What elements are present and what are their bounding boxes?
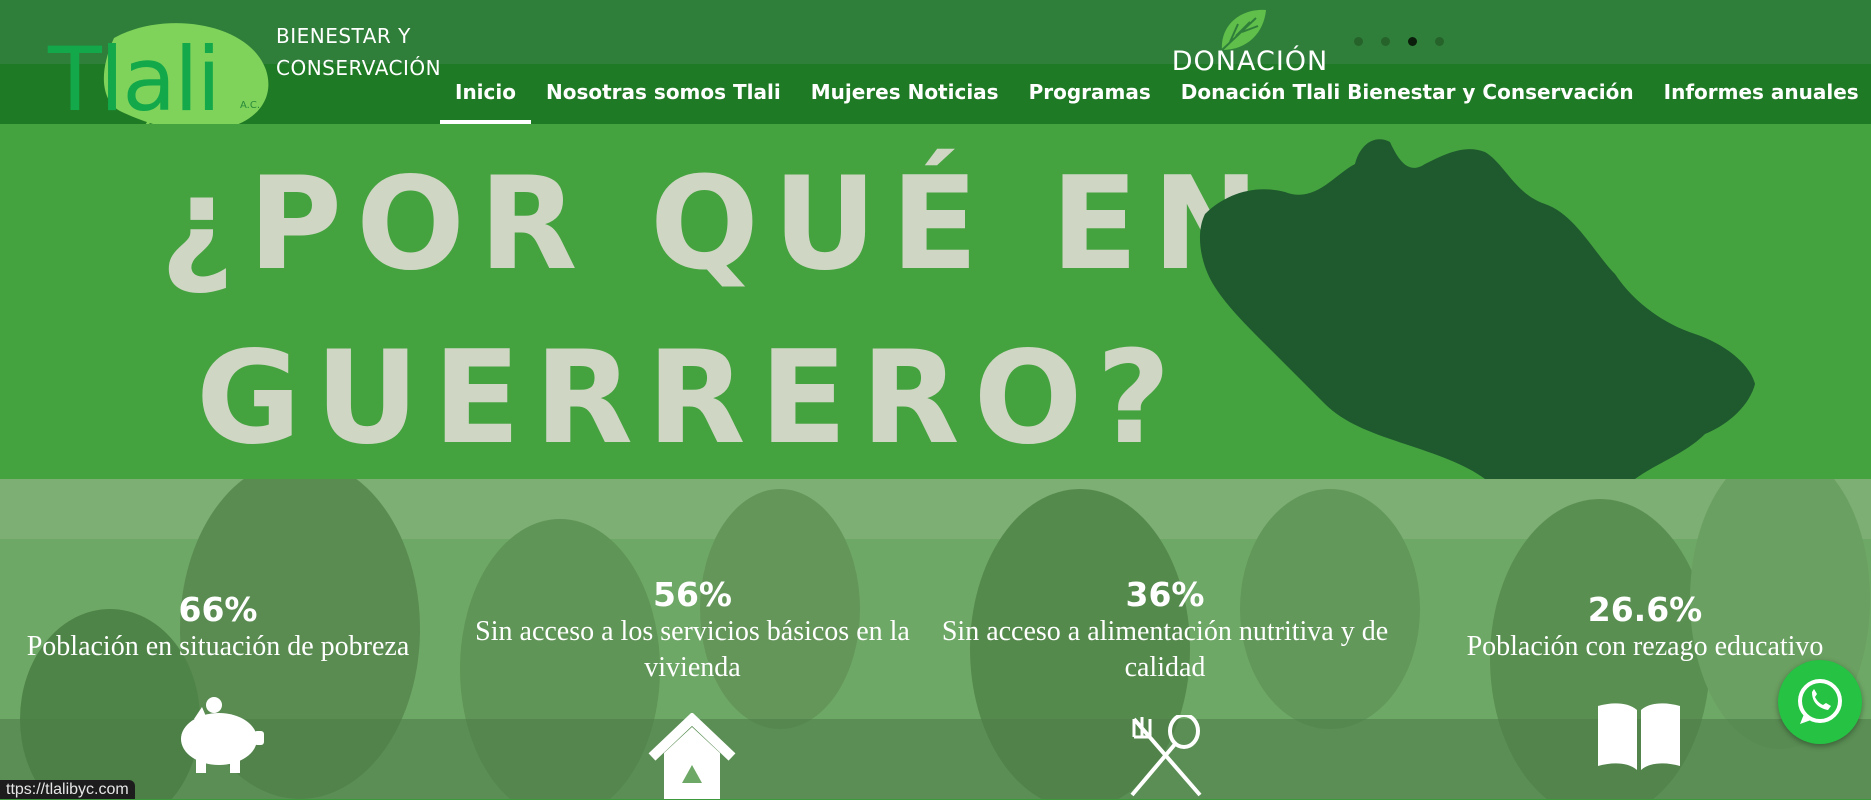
stat-education: 26.6% Población con rezago educativo bbox=[1420, 591, 1870, 665]
stat-value: 66% bbox=[178, 590, 258, 629]
stats-section: 66% Población en situación de pobreza 56… bbox=[0, 479, 1871, 799]
nav-item-informes[interactable]: Informes anuales bbox=[1649, 64, 1871, 124]
stat-housing: 56% Sin acceso a los servicios básicos e… bbox=[455, 576, 930, 686]
logo-wordmark: Tlali bbox=[47, 28, 219, 131]
piggy-bank-icon bbox=[181, 697, 264, 773]
nav-item-inicio[interactable]: Inicio bbox=[440, 64, 531, 124]
slider-dot-active[interactable] bbox=[1408, 37, 1417, 46]
nav-item-nosotras[interactable]: Nosotras somos Tlali bbox=[531, 64, 796, 124]
brand-tagline: BIENESTAR Y CONSERVACIÓN bbox=[276, 24, 442, 80]
stat-label: Sin acceso a alimentación nutritiva y de… bbox=[941, 616, 1389, 683]
house-icon bbox=[648, 713, 736, 799]
slider-dot[interactable] bbox=[1381, 37, 1390, 46]
nav-item-mujeres-noticias[interactable]: Mujeres Noticias bbox=[796, 64, 1014, 124]
whatsapp-button[interactable] bbox=[1778, 660, 1862, 744]
hero-title-line1: ¿POR QUÉ EN bbox=[160, 150, 1274, 299]
stat-label: Sin acceso a los servicios básicos en la… bbox=[475, 616, 910, 683]
nav-item-programas[interactable]: Programas bbox=[1014, 64, 1166, 124]
guerrero-map-icon bbox=[1199, 139, 1755, 479]
hero-title-line2: GUERRERO? bbox=[196, 324, 1185, 473]
logo-ac: A.C. bbox=[240, 100, 260, 111]
stat-label: Población en situación de pobreza bbox=[26, 631, 410, 662]
whatsapp-icon bbox=[1798, 679, 1842, 724]
main-nav: Inicio Nosotras somos Tlali Mujeres Noti… bbox=[440, 64, 1871, 124]
stat-food: 36% Sin acceso a alimentación nutritiva … bbox=[925, 576, 1405, 686]
slider-dots bbox=[1354, 37, 1444, 46]
stat-poverty: 66% Población en situación de pobreza bbox=[0, 591, 436, 665]
slider-dot[interactable] bbox=[1354, 37, 1363, 46]
stat-value: 36% bbox=[1125, 575, 1205, 614]
site-header: Tlali A.C. BIENESTAR Y CONSERVACIÓN DONA… bbox=[0, 0, 1871, 165]
fork-spoon-icon bbox=[1130, 715, 1202, 797]
browser-status-url: ttps://tlalibyc.com bbox=[0, 780, 135, 799]
slider-dot[interactable] bbox=[1435, 37, 1444, 46]
stat-value: 26.6% bbox=[1587, 590, 1703, 629]
book-icon bbox=[1598, 703, 1680, 770]
nav-item-donacion[interactable]: Donación Tlali Bienestar y Conservación bbox=[1166, 64, 1649, 124]
stat-value: 56% bbox=[653, 575, 732, 614]
hero-banner: ¿POR QUÉ EN GUERRERO? bbox=[0, 124, 1871, 479]
